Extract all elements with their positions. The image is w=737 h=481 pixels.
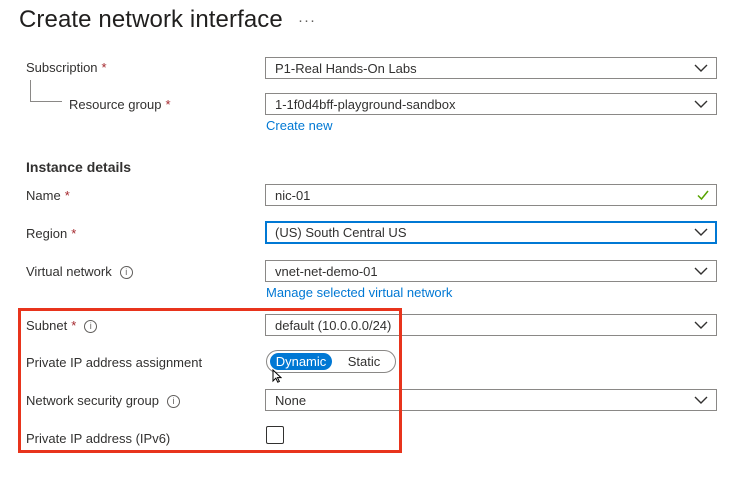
virtual-network-dropdown[interactable]: vnet-net-demo-01 [265, 260, 717, 282]
chevron-down-icon [694, 228, 708, 236]
virtual-network-value: vnet-net-demo-01 [275, 264, 378, 279]
name-value: nic-01 [275, 188, 311, 203]
ipv6-checkbox[interactable] [266, 426, 284, 444]
subnet-label: Subnet * i [26, 318, 98, 333]
chevron-down-icon [694, 321, 708, 329]
ipv6-label: Private IP address (IPv6) [26, 431, 171, 446]
mouse-pointer-icon [272, 369, 282, 383]
name-label: Name * [26, 188, 70, 203]
more-options-button[interactable]: ··· [298, 12, 316, 29]
tree-connector-horizontal [30, 101, 62, 102]
ip-assignment-label: Private IP address assignment [26, 355, 203, 370]
manage-virtual-network-link[interactable]: Manage selected virtual network [266, 285, 452, 300]
chevron-down-icon [694, 267, 708, 275]
chevron-down-icon [694, 396, 708, 404]
page-title: Create network interface [19, 6, 283, 33]
tree-connector-vertical [30, 80, 31, 102]
subnet-value: default (10.0.0.0/24) [275, 318, 392, 333]
required-mark: * [64, 188, 70, 203]
info-icon[interactable]: i [166, 395, 180, 408]
virtual-network-label: Virtual network i [26, 264, 133, 279]
region-dropdown[interactable]: (US) South Central US [265, 221, 717, 244]
required-mark: * [101, 60, 107, 75]
region-label: Region * [26, 226, 77, 241]
name-input[interactable]: nic-01 [265, 184, 717, 206]
chevron-down-icon [694, 64, 708, 72]
nsg-value: None [275, 393, 307, 408]
nsg-dropdown[interactable]: None [265, 389, 717, 411]
subscription-dropdown[interactable]: P1-Real Hands-On Labs [265, 57, 717, 79]
checkmark-icon [697, 190, 709, 201]
section-title-instance-details: Instance details [26, 159, 132, 175]
resource-group-dropdown[interactable]: 1-1f0d4bff-playground-sandbox [265, 93, 717, 115]
required-mark: * [71, 226, 77, 241]
resource-group-value: 1-1f0d4bff-playground-sandbox [275, 97, 456, 112]
subnet-dropdown[interactable]: default (10.0.0.0/24) [265, 314, 717, 336]
toggle-option-dynamic[interactable]: Dynamic [270, 353, 332, 370]
info-icon[interactable]: i [119, 266, 133, 279]
info-icon[interactable]: i [84, 320, 98, 333]
ip-assignment-toggle[interactable]: Dynamic Static [266, 350, 396, 373]
toggle-option-static[interactable]: Static [339, 353, 389, 370]
chevron-down-icon [694, 100, 708, 108]
required-mark: * [165, 97, 171, 112]
resource-group-label: Resource group * [69, 97, 171, 112]
region-value: (US) South Central US [275, 225, 407, 240]
create-new-link[interactable]: Create new [266, 118, 332, 133]
nsg-label: Network security group i [26, 393, 180, 408]
required-mark: * [71, 318, 77, 333]
subscription-value: P1-Real Hands-On Labs [275, 61, 417, 76]
subscription-label: Subscription * [26, 60, 107, 75]
